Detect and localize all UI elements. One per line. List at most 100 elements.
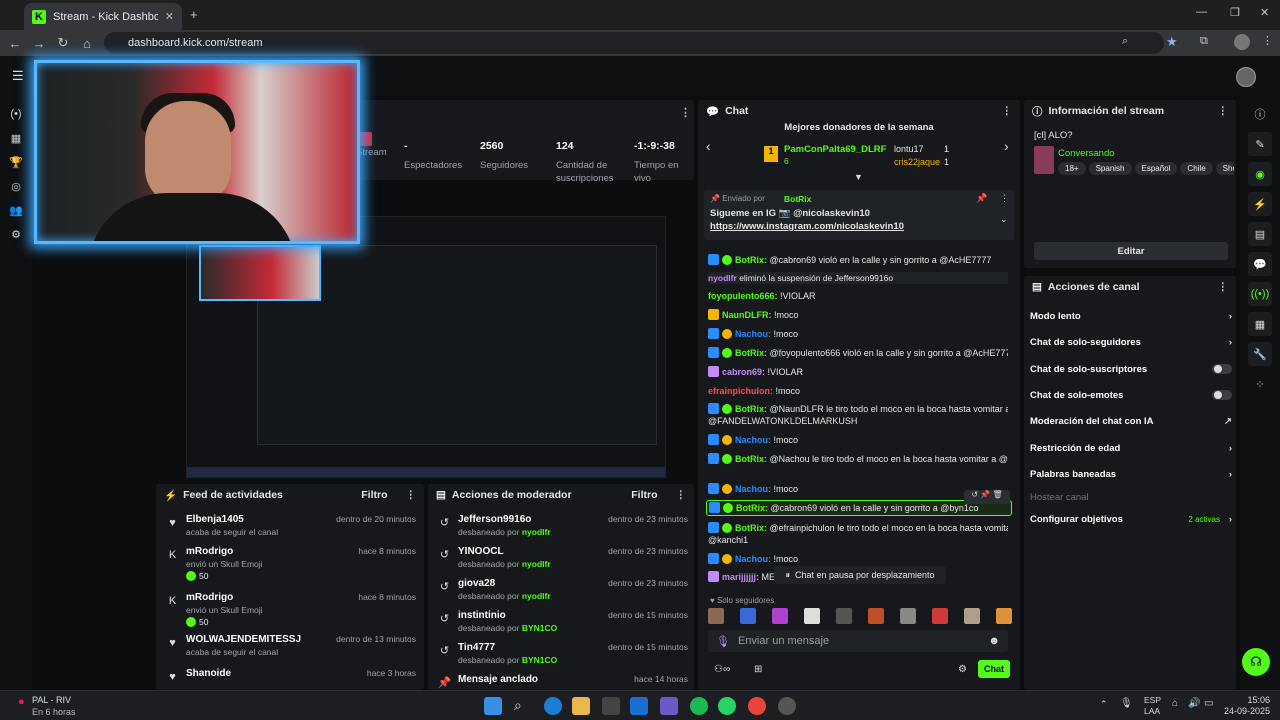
broadcast-rail-icon[interactable]: ((•)) bbox=[1248, 282, 1272, 306]
start-menu-icon[interactable] bbox=[484, 697, 502, 715]
chat-paused-banner[interactable]: ⏸ Chat en pausa por desplazamiento bbox=[774, 566, 946, 584]
chat-message[interactable]: foyopulento666: !VIOLAR bbox=[708, 290, 1008, 302]
file-explorer-icon[interactable] bbox=[572, 697, 590, 715]
activity-menu-icon[interactable]: ⋮ bbox=[406, 489, 417, 501]
send-chat-button[interactable]: Chat bbox=[978, 660, 1010, 678]
chat-message[interactable]: BotRix: @NaunDLFR le tiro todo el moco e… bbox=[708, 403, 1008, 415]
chat-menu-icon[interactable]: ⋮ bbox=[1002, 105, 1013, 117]
minimize-icon[interactable]: — bbox=[1196, 6, 1207, 18]
chat-message[interactable]: nyodlfr eliminó la suspensión de Jeffers… bbox=[708, 272, 1008, 284]
unpin-icon[interactable]: 📌 bbox=[976, 193, 987, 204]
chat-message[interactable]: Nachou: !moco bbox=[708, 483, 1008, 495]
trophy-nav-icon[interactable]: 🏆 bbox=[0, 150, 32, 174]
extensions-icon[interactable]: ⧉ bbox=[1200, 35, 1208, 48]
followers-only-item[interactable]: Chat de solo-seguidores › bbox=[1030, 337, 1232, 348]
chat-input[interactable]: 🎙 Enviar un mensaje ☻ bbox=[708, 630, 1008, 652]
obs-icon[interactable] bbox=[778, 697, 796, 715]
pinned-menu-icon[interactable]: ⋮ bbox=[1000, 193, 1009, 204]
new-tab-icon[interactable]: + bbox=[190, 7, 198, 22]
clock-date[interactable]: 24-09-2025 bbox=[1222, 706, 1270, 716]
forward-icon[interactable]: → bbox=[27, 31, 51, 55]
store-icon[interactable]: ⊞ bbox=[754, 664, 762, 675]
donors-prev-icon[interactable]: ‹ bbox=[706, 138, 711, 154]
collapse-donors-icon[interactable]: ▼ bbox=[854, 172, 863, 182]
chat-tools-icon[interactable]: ⚇∞ bbox=[714, 664, 730, 675]
stream-category[interactable]: Conversando bbox=[1058, 148, 1115, 159]
bookmark-star-icon[interactable]: ★ bbox=[1166, 34, 1178, 50]
emoji-icon[interactable]: ☻ bbox=[988, 635, 1000, 647]
chat-message[interactable]: BotRix: @efrainpichulon le tiro todo el … bbox=[708, 522, 1008, 534]
zoom-icon[interactable]: ⌕ bbox=[1122, 35, 1128, 48]
language-indicator[interactable]: ESP bbox=[1144, 695, 1161, 705]
chat-message[interactable]: NaunDLFR: !moco bbox=[708, 309, 1008, 321]
layout-rail-icon[interactable]: ▦ bbox=[1248, 312, 1272, 336]
channel-actions-menu-icon[interactable]: ⋮ bbox=[1218, 281, 1229, 293]
clip-rail-icon[interactable]: ◉ bbox=[1248, 162, 1272, 186]
restore-icon[interactable]: ❐ bbox=[1230, 6, 1240, 19]
chat-message[interactable]: BotRix: @foyopulento666 violó en la call… bbox=[708, 347, 1008, 359]
activity-filter-button[interactable]: Filtro bbox=[361, 489, 387, 501]
pinned-by-user[interactable]: BotRix bbox=[784, 194, 811, 204]
info-rail-icon[interactable]: ⓘ bbox=[1248, 102, 1272, 126]
pinned-link[interactable]: https://www.instagram.com/nicolaskevin10 bbox=[710, 221, 904, 232]
chat-settings-icon[interactable]: ⚙ bbox=[958, 664, 967, 675]
battery-icon[interactable]: ▭ bbox=[1204, 698, 1213, 709]
chat-message[interactable]: BotRix: @Nachou le tiro todo el moco en … bbox=[708, 453, 1008, 465]
chat-message[interactable]: Nachou: !moco bbox=[708, 328, 1008, 340]
edge-icon[interactable] bbox=[544, 697, 562, 715]
store-app-icon[interactable] bbox=[630, 697, 648, 715]
hamburger-menu-icon[interactable]: ☰ bbox=[12, 68, 24, 84]
stream-info-menu-icon[interactable]: ⋮ bbox=[1218, 105, 1229, 117]
app-icon[interactable] bbox=[602, 697, 620, 715]
home-icon[interactable]: ⌂ bbox=[75, 31, 99, 55]
whatsapp-icon[interactable] bbox=[718, 697, 736, 715]
edit-rail-icon[interactable]: ✎ bbox=[1248, 132, 1272, 156]
clock-time[interactable]: 15:06 bbox=[1226, 695, 1270, 705]
weather-icon[interactable]: ● bbox=[18, 696, 25, 708]
stats-menu-icon[interactable]: ⋮ bbox=[680, 106, 691, 119]
user-avatar[interactable] bbox=[1236, 67, 1256, 87]
banned-words-item[interactable]: Palabras baneadas › bbox=[1030, 469, 1232, 480]
mic-icon[interactable]: 🎙 bbox=[716, 635, 730, 648]
close-window-icon[interactable]: ✕ bbox=[1260, 6, 1269, 19]
emotes-only-item[interactable]: Chat de solo-emotes bbox=[1030, 390, 1232, 401]
system-tray-chevron-icon[interactable]: ⌃ bbox=[1100, 699, 1108, 710]
settings-nav-icon[interactable]: ⚙ bbox=[0, 222, 32, 246]
message-actions-toolbar[interactable]: ↺ 📌 🗑 bbox=[964, 490, 1010, 504]
chat-message[interactable]: BotRix: @cabron69 violó en la calle y si… bbox=[708, 254, 1008, 266]
profile-avatar[interactable] bbox=[1234, 34, 1250, 50]
browser-tab[interactable]: K Stream - Kick Dashboard ✕ bbox=[24, 3, 182, 30]
tools-rail-icon[interactable]: 🔧 bbox=[1248, 342, 1272, 366]
browser-menu-icon[interactable]: ⋮ bbox=[1262, 34, 1273, 47]
emote-bar[interactable] bbox=[708, 608, 1012, 626]
microphone-tray-icon[interactable]: 🎙 bbox=[1120, 698, 1133, 709]
expand-pinned-icon[interactable]: ⌄ bbox=[1000, 214, 1008, 225]
chat-message[interactable]: Nachou: !moco bbox=[708, 553, 1008, 565]
keyboard-layout-indicator[interactable]: LAA bbox=[1144, 706, 1160, 716]
subscribers-only-item[interactable]: Chat de solo-suscriptores bbox=[1030, 364, 1232, 375]
notes-rail-icon[interactable]: ▤ bbox=[1248, 222, 1272, 246]
top-donor-name[interactable]: PamConPalta69_DLRF bbox=[784, 144, 886, 155]
chat-message[interactable]: efrainpichulon: !moco bbox=[708, 385, 1008, 397]
network-icon[interactable]: ⌂ bbox=[1172, 698, 1178, 709]
stream-nav-icon[interactable]: (•) bbox=[0, 102, 32, 126]
support-icon[interactable]: ☊ bbox=[1242, 648, 1270, 676]
more-rail-icon[interactable]: ⁘ bbox=[1248, 372, 1272, 396]
goals-item[interactable]: Configurar objetivos 2 activas › bbox=[1030, 514, 1232, 525]
search-icon[interactable]: ⌕ bbox=[514, 697, 532, 715]
chrome-icon[interactable] bbox=[748, 697, 766, 715]
donor-3-name[interactable]: cris22jaque bbox=[894, 157, 940, 167]
dashboard-nav-icon[interactable]: ▦ bbox=[0, 126, 32, 150]
moderator-filter-button[interactable]: Filtro bbox=[631, 489, 657, 501]
chat-rail-icon[interactable]: 💬 bbox=[1248, 252, 1272, 276]
volume-icon[interactable]: 🔊 bbox=[1188, 698, 1200, 709]
back-icon[interactable]: ← bbox=[3, 31, 27, 55]
url-field[interactable]: dashboard.kick.com/stream bbox=[104, 32, 1164, 54]
reload-icon[interactable]: ↻ bbox=[51, 31, 75, 55]
donors-next-icon[interactable]: › bbox=[1004, 138, 1009, 154]
close-tab-icon[interactable]: ✕ bbox=[165, 10, 174, 23]
donor-2-name[interactable]: lontu17 bbox=[894, 144, 924, 154]
spotify-icon[interactable] bbox=[690, 697, 708, 715]
app-icon[interactable] bbox=[660, 697, 678, 715]
moderator-menu-icon[interactable]: ⋮ bbox=[676, 489, 687, 501]
